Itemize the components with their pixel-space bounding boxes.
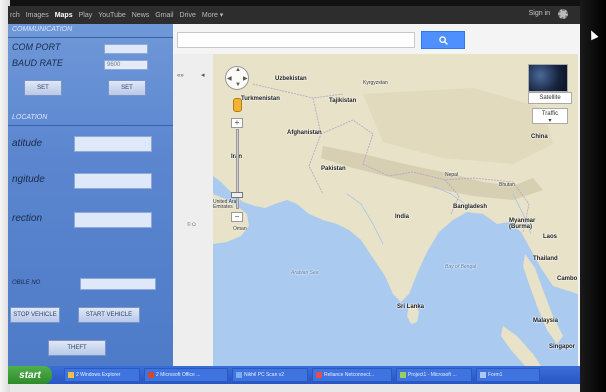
zoom-out-button[interactable]: − <box>231 212 243 222</box>
com-port-label: COM PORT <box>12 42 61 52</box>
taskbar-item-project1[interactable]: Project1 - Microsoft ... <box>396 368 472 382</box>
communication-heading: COMMUNICATION <box>8 26 173 38</box>
gbar-link-maps[interactable]: Maps <box>55 12 73 19</box>
maps-search-bar <box>173 24 580 54</box>
office-icon <box>148 372 154 378</box>
gbar-link-drive[interactable]: Drive <box>180 12 196 19</box>
map-label-nepal: Nepal <box>445 172 459 178</box>
gbar-link-youtube[interactable]: YouTube <box>98 12 126 19</box>
direction-label: rection <box>12 213 43 224</box>
map-label-china: China <box>531 134 548 140</box>
taskbar-item-explorer[interactable]: 2 Windows Explorer <box>64 368 140 382</box>
mobile-no-field[interactable] <box>80 278 156 290</box>
taskbar-item-scan[interactable]: Nikhil PC Scan v2 <box>232 368 308 382</box>
map-label-turkmenistan: Turkmenistan <box>241 96 280 102</box>
street-view-pegman-icon[interactable] <box>233 98 242 112</box>
set-com-port-button[interactable]: SET <box>24 80 62 96</box>
longitude-field[interactable] <box>74 173 152 189</box>
map-label-arabian-sea: Arabian Sea <box>291 270 319 276</box>
map-label-myanmar: Myanmar (Burma) <box>509 218 536 230</box>
start-vehicle-button[interactable]: START VEHICLE <box>78 307 140 323</box>
gbar-link-images[interactable]: Images <box>26 12 49 19</box>
map-label-bhutan: Bhutan <box>499 182 515 188</box>
map-label-pakistan: Pakistan <box>321 166 346 172</box>
map-label-bay-of-bengal: Bay of Bengal <box>445 264 477 270</box>
latitude-field[interactable] <box>74 136 152 152</box>
map-label-laos: Laos <box>543 234 558 240</box>
windows-taskbar: start 2 Windows Explorer 2 Microsoft Off… <box>8 366 580 384</box>
map-side-link[interactable]: © Ω <box>187 222 196 228</box>
sign-in-link[interactable]: Sign in <box>529 10 550 17</box>
chevron-left-icon[interactable]: ◂ <box>201 71 205 79</box>
map-label-sri-lanka: Sri Lanka <box>397 304 425 310</box>
gbar-link-search[interactable]: rch <box>10 12 20 19</box>
zoom-slider-thumb[interactable] <box>231 192 243 198</box>
gear-icon[interactable] <box>558 9 568 19</box>
gbar-link-gmail[interactable]: Gmail <box>155 12 173 19</box>
gbar-link-more[interactable]: More ▾ <box>202 11 223 19</box>
traffic-button[interactable]: Traffic ▾ <box>532 108 568 124</box>
taskbar-item-form1[interactable]: Form1 <box>476 368 540 382</box>
taskbar-item-office[interactable]: 2 Microsoft Office ... <box>144 368 228 382</box>
land-sumatra <box>501 326 541 366</box>
longitude-label: ngitude <box>12 174 45 185</box>
satellite-button[interactable]: Satellite <box>528 92 572 104</box>
map-label-bangladesh: Bangladesh <box>453 204 488 210</box>
gbar-link-play[interactable]: Play <box>79 12 93 19</box>
vb-project-icon <box>400 372 406 378</box>
search-icon <box>438 35 448 45</box>
map-canvas[interactable]: Uzbekistan Kyrgyzstan Turkmenistan Tajik… <box>213 54 578 366</box>
pan-control[interactable]: ▲ ▼ ◀ ▶ <box>225 66 249 90</box>
map-label-cambodia: Cambo <box>557 276 578 282</box>
baud-rate-label: BAUD RATE <box>12 58 63 68</box>
form-icon <box>480 372 486 378</box>
map-label-india: India <box>395 214 410 220</box>
theft-button[interactable]: THEFT <box>48 340 106 356</box>
map-label-oman: Oman <box>233 226 247 232</box>
collapse-panel-icon[interactable]: «» <box>177 72 195 80</box>
location-heading: LOCATION <box>8 114 173 126</box>
folder-icon <box>68 372 74 378</box>
start-button[interactable]: start <box>8 366 52 384</box>
pan-left-icon[interactable]: ◀ <box>227 75 232 82</box>
maps-search-input[interactable] <box>177 32 415 48</box>
maps-search-button[interactable] <box>421 31 465 49</box>
latitude-label: atitude <box>12 138 43 149</box>
screen: rch Images Maps Play YouTube News Gmail … <box>8 6 580 384</box>
taskbar-item-netconnect[interactable]: Reliance Netconnect... <box>312 368 392 382</box>
map-label-uzbekistan: Uzbekistan <box>275 76 307 82</box>
map-label-afghanistan: Afghanistan <box>287 130 322 136</box>
pan-down-icon[interactable]: ▼ <box>235 82 241 88</box>
scan-icon <box>236 372 242 378</box>
monitor-right-edge <box>580 0 606 392</box>
netconnect-icon <box>316 372 322 378</box>
baud-rate-field[interactable]: 9600 <box>104 60 148 70</box>
vehicle-control-panel: COMMUNICATION COM PORT BAUD RATE 9600 SE… <box>8 24 173 366</box>
map-label-tajikistan: Tajikistan <box>329 98 357 104</box>
set-baud-rate-button[interactable]: SET <box>108 80 146 96</box>
gbar-link-news[interactable]: News <box>132 12 150 19</box>
mobile-no-label: OBILE NO <box>12 280 41 286</box>
com-port-field[interactable] <box>104 44 148 54</box>
pan-up-icon[interactable]: ▲ <box>235 67 241 73</box>
map-label-malaysia: Malaysia <box>533 318 559 324</box>
chevron-down-icon: ▾ <box>548 118 552 124</box>
stop-vehicle-button[interactable]: STOP VEHICLE <box>10 307 60 323</box>
map-label-singapore: Singapor <box>549 344 576 350</box>
direction-field[interactable] <box>74 212 152 228</box>
satellite-thumbnail[interactable] <box>528 64 568 92</box>
pan-right-icon[interactable]: ▶ <box>243 75 248 82</box>
map-label-kyrgyzstan: Kyrgyzstan <box>363 80 388 86</box>
map-label-thailand: Thailand <box>533 256 558 262</box>
map-side-strip: «» ◂ © Ω <box>173 54 213 366</box>
map-label-uae: United Arab Emirates <box>213 199 240 210</box>
google-bar: rch Images Maps Play YouTube News Gmail … <box>8 6 580 24</box>
zoom-in-button[interactable]: + <box>231 118 243 128</box>
